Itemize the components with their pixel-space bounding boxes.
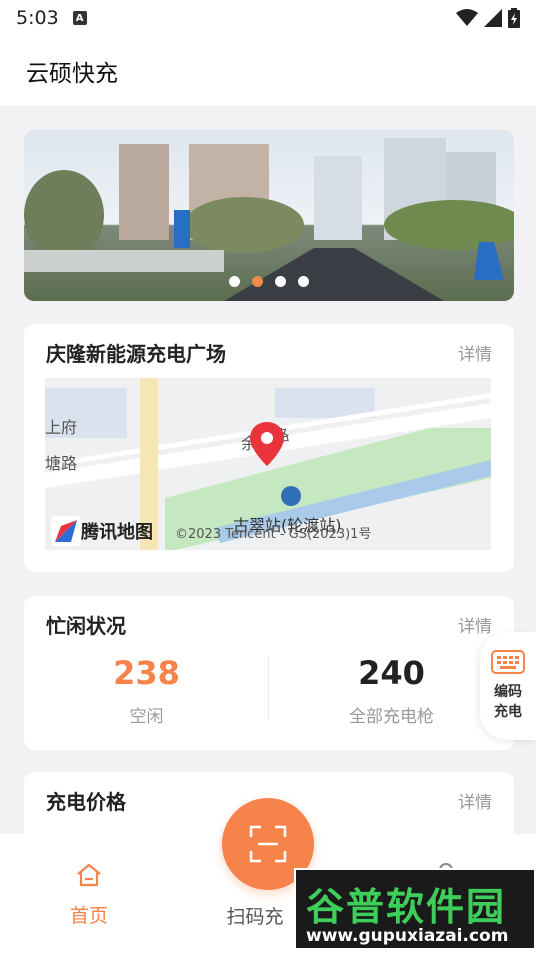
watermark: 谷普软件园 www.gupuxiazai.com: [294, 868, 536, 950]
station-detail-link[interactable]: 详情: [458, 340, 492, 365]
nav-home[interactable]: 首页: [34, 862, 144, 928]
scan-icon: [249, 825, 287, 863]
status-icons: [456, 8, 520, 28]
carousel-dot[interactable]: [229, 276, 240, 287]
notification-a-icon: A: [72, 11, 87, 25]
station-card: 庆隆新能源充电广场 详情 上府 余 塘路 塘路 古翠站(轮渡站) 腾讯地图 ©: [24, 324, 514, 572]
station-map[interactable]: 上府 余 塘路 塘路 古翠站(轮渡站) 腾讯地图 ©2023 Tencent -…: [45, 378, 491, 550]
map-road-label: 塘路: [45, 454, 78, 473]
busy-status-title: 忙闲状况: [46, 614, 126, 638]
busy-status-detail-link[interactable]: 详情: [458, 612, 492, 637]
app-header: 云硕快充: [0, 36, 536, 106]
total-label: 全部充电枪: [349, 707, 434, 727]
carousel-dot-active[interactable]: [252, 276, 263, 287]
banner-carousel[interactable]: [24, 130, 514, 301]
cellular-signal-icon: [484, 9, 502, 27]
price-title: 充电价格: [46, 790, 126, 814]
tencent-map-logo-icon: [51, 516, 81, 546]
idle-count: 238: [113, 654, 180, 692]
idle-stat: 238 空闲: [24, 654, 269, 727]
code-charge-label: 编码充电: [494, 684, 522, 720]
station-title: 庆隆新能源充电广场: [46, 342, 226, 366]
page-title: 云硕快充: [26, 61, 118, 87]
idle-label: 空闲: [129, 707, 164, 727]
carousel-indicator: [24, 276, 514, 287]
total-stat: 240 全部充电枪: [269, 654, 514, 727]
status-time: 5:03: [16, 7, 59, 29]
battery-icon: [508, 8, 520, 28]
map-copyright: ©2023 Tencent - GS(2023)1号: [175, 527, 372, 542]
price-detail-link[interactable]: 详情: [458, 788, 492, 813]
watermark-url: www.gupuxiazai.com: [306, 926, 509, 946]
carousel-dot[interactable]: [275, 276, 286, 287]
keyboard-icon: [491, 650, 525, 674]
home-icon: [77, 863, 101, 887]
watermark-title: 谷普软件园: [306, 885, 507, 929]
map-provider-name: 腾讯地图: [81, 522, 153, 543]
busy-status-card: 忙闲状况 详情 238 空闲 240 全部充电枪: [24, 596, 514, 750]
status-bar: 5:03 A: [0, 0, 536, 36]
carousel-dot[interactable]: [298, 276, 309, 287]
map-road-label: 上府: [45, 418, 78, 437]
code-charge-button[interactable]: 编码充电: [480, 632, 536, 740]
total-count: 240: [358, 654, 425, 692]
map-location-pin-icon[interactable]: [250, 422, 284, 466]
nav-home-label: 首页: [69, 905, 108, 927]
wifi-icon: [456, 9, 478, 26]
